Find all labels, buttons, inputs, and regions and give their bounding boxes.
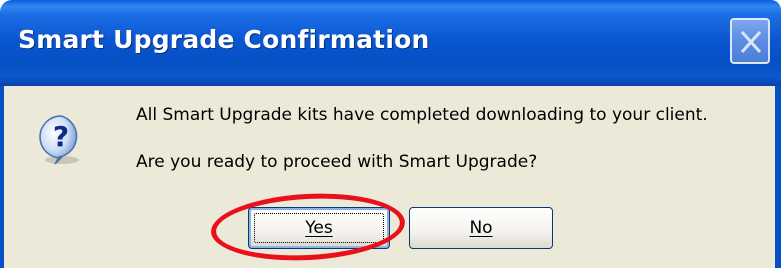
svg-text:?: ? [53, 120, 69, 153]
no-button[interactable]: No [409, 207, 553, 249]
question-icon: ? [39, 115, 79, 165]
message-line-2: Are you ready to proceed with Smart Upgr… [136, 152, 538, 172]
message-line-1: All Smart Upgrade kits have completed do… [136, 105, 708, 125]
no-button-label: No [469, 218, 493, 238]
title-bar[interactable]: Smart Upgrade Confirmation [0, 0, 781, 86]
window-border-left [0, 86, 4, 268]
window-border-right [775, 86, 781, 268]
dialog-title: Smart Upgrade Confirmation [18, 25, 430, 54]
close-button[interactable] [730, 18, 770, 64]
yes-button[interactable]: Yes [248, 207, 390, 249]
yes-button-label: Yes [305, 218, 333, 238]
close-icon [740, 30, 762, 54]
